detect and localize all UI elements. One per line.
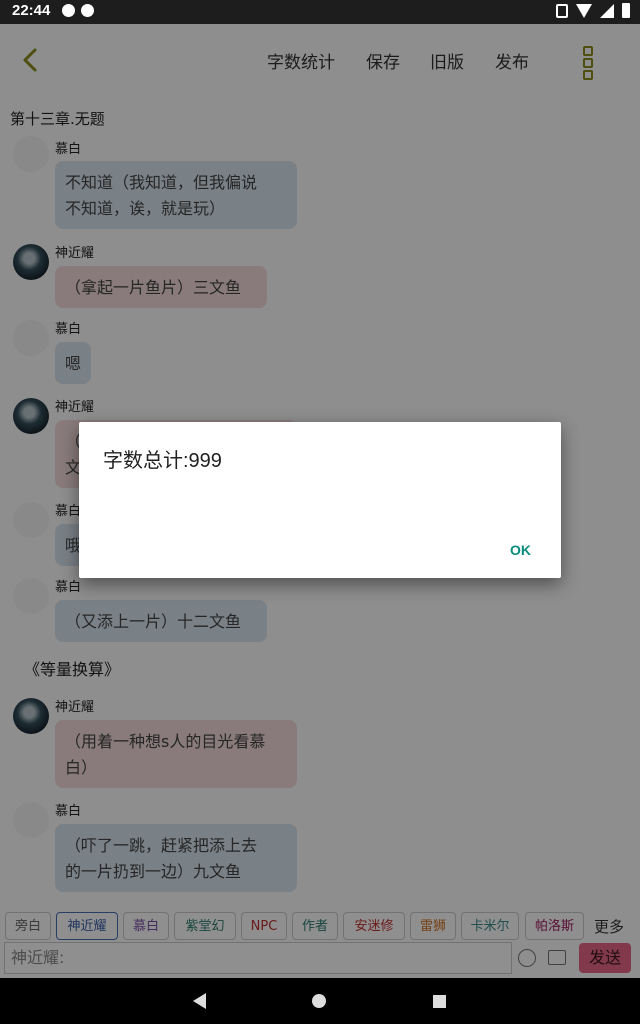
battery-icon (622, 3, 630, 18)
nav-back-icon[interactable] (193, 993, 206, 1009)
notification-icon-2 (81, 4, 94, 17)
navigation-bar (0, 978, 640, 1024)
wifi-icon (576, 3, 592, 18)
word-count-dialog: 字数总计:999 OK (79, 422, 561, 578)
status-time: 22:44 (12, 2, 51, 19)
notification-icon (62, 4, 75, 17)
vibrate-icon (556, 3, 568, 18)
status-bar: 22:44 (0, 0, 640, 24)
dialog-ok-button[interactable]: OK (510, 542, 531, 558)
nav-recent-apps-icon[interactable] (433, 995, 446, 1008)
signal-icon (600, 3, 614, 18)
nav-home-icon[interactable] (312, 994, 326, 1008)
dialog-message: 字数总计:999 (103, 450, 222, 472)
